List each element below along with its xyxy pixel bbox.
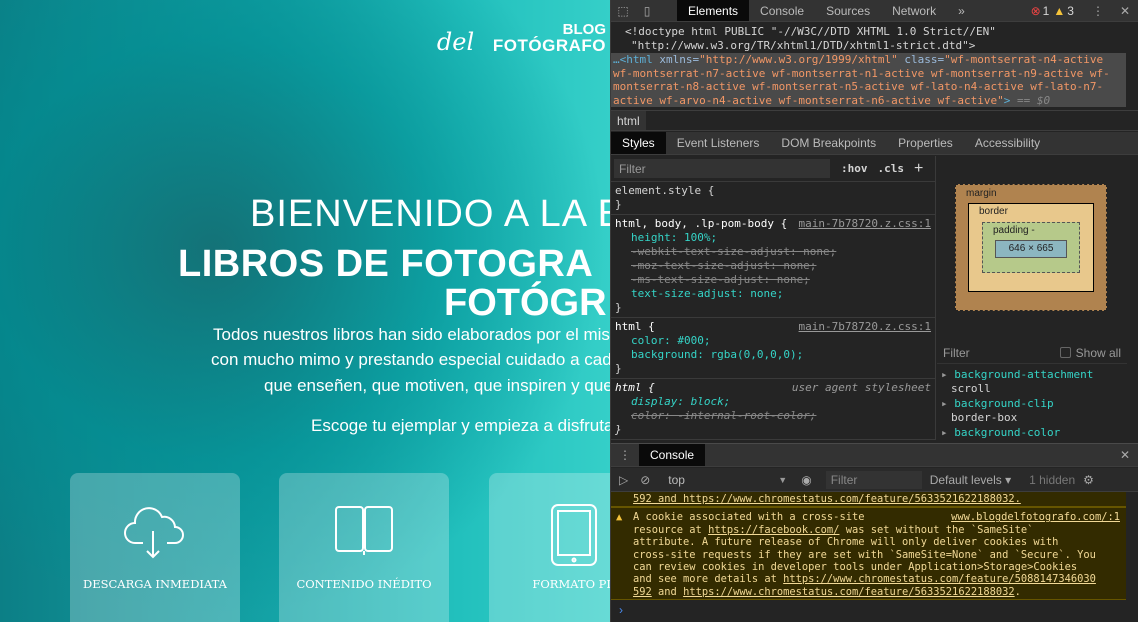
box-model-border[interactable]: border padding - 646 × 665 (968, 203, 1094, 292)
doctype-text: <!doctype html PUBLIC "-//W3C//DTD XHTML… (625, 25, 996, 38)
device-toolbar-icon[interactable]: ▯ (635, 4, 659, 18)
attr-value: "http://www.w3.org/1999/xhtml" (699, 53, 898, 66)
warning-count[interactable]: 3 (1067, 4, 1074, 18)
styles-pane: Filter :hov .cls + element.style {} main… (611, 156, 936, 440)
log-levels-dropdown[interactable]: Default levels ▾ (930, 473, 1011, 487)
box-model-padding[interactable]: padding - 646 × 665 (982, 222, 1080, 273)
message-source-link[interactable]: www.blogdelfotografo.com/:1 (951, 511, 1120, 523)
sidebar-tabs: Styles Event Listeners DOM Breakpoints P… (611, 132, 1138, 155)
tab-dom-breakpoints[interactable]: DOM Breakpoints (770, 132, 887, 154)
console-filter-input[interactable]: Filter (825, 470, 922, 489)
feature-card-download: DESCARGA INMEDIATA (70, 473, 240, 622)
computed-filter-input[interactable]: Filter (943, 346, 970, 360)
console-message-tail: 592 and https://www.chromestatus.com/fea… (611, 492, 1126, 508)
inspect-element-icon[interactable]: ⬚ (611, 4, 635, 18)
style-rule[interactable]: main-7b78720.z.css:1 html, body, .lp-pom-… (611, 215, 935, 318)
new-rule-icon[interactable]: + (914, 160, 923, 178)
drawer-menu-icon[interactable]: ⋮ (611, 448, 639, 462)
tab-styles[interactable]: Styles (611, 132, 666, 154)
feature-label: DESCARGA INMEDIATA (83, 577, 227, 591)
devtools-tabbar: ⬚ ▯ Elements Console Sources Network » ⊗… (611, 0, 1138, 22)
breadcrumb-html[interactable]: html (611, 111, 646, 130)
computed-pane: margin border padding - 646 × 665 Filter… (937, 156, 1127, 440)
computed-property[interactable]: ▸ background-color (941, 426, 1093, 440)
cls-toggle[interactable]: .cls (878, 162, 905, 175)
drawer-tab-console[interactable]: Console (639, 444, 706, 466)
tab-elements[interactable]: Elements (677, 0, 750, 21)
console-settings-gear-icon[interactable]: ⚙ (1083, 473, 1094, 487)
chromestatus-link[interactable]: 592 (633, 586, 652, 598)
feature-card-format: FORMATO PD (489, 473, 610, 622)
html-node-selected[interactable]: …<html xmlns="http://www.w3.org/1999/xht… (611, 53, 1126, 107)
feature-label: FORMATO PD (532, 577, 610, 591)
dom-tree[interactable]: <!doctype html PUBLIC "-//W3C//DTD XHTML… (611, 22, 1126, 108)
logo-line2: FOTÓGRAFO (492, 36, 606, 55)
styles-filter-input[interactable]: Filter (614, 159, 830, 178)
sidebar-toggle-icon[interactable]: ▷ (611, 473, 636, 487)
cta-text: Escoge tu ejemplar y empieza a disfruta (311, 416, 610, 435)
hov-toggle[interactable]: :hov (841, 162, 868, 175)
intro-line: Todos nuestros libros han sido elaborado… (213, 325, 610, 344)
intro-line: que enseñen, que motiven, que inspiren y… (264, 376, 610, 395)
console-prompt[interactable]: › (619, 603, 623, 617)
clear-console-icon[interactable]: ⊘ (636, 473, 654, 487)
webpage-viewport: del BLOG FOTÓGRAFO BIENVENIDO A LA B LIB… (0, 0, 610, 622)
box-model-margin[interactable]: margin border padding - 646 × 665 (955, 184, 1107, 311)
feature-card-content: CONTENIDO INÉDITO (279, 473, 449, 622)
logo-line1: BLOG (562, 21, 606, 38)
style-rule[interactable]: user agent stylesheet html { display: blo… (611, 379, 935, 440)
welcome-heading: BIENVENIDO A LA B (250, 193, 610, 235)
tab-accessibility[interactable]: Accessibility (964, 132, 1051, 154)
devtools-panel: ⬚ ▯ Elements Console Sources Network » ⊗… (610, 0, 1138, 622)
error-icon[interactable]: ⊗ (1031, 4, 1041, 18)
style-rule[interactable]: element.style {} (611, 182, 935, 215)
console-messages: 592 and https://www.chromestatus.com/fea… (611, 492, 1126, 601)
facebook-link[interactable]: https://facebook.com/ (708, 524, 839, 536)
console-warning[interactable]: ▲ www.blogdelfotografo.com/:1 A cookie a… (611, 507, 1126, 601)
computed-property[interactable]: ▸ background-clip border-box (941, 397, 1093, 424)
drawer-tabbar: ⋮ Console ✕ (611, 443, 1138, 467)
show-all-checkbox[interactable] (1059, 347, 1071, 358)
doctype-node[interactable]: <!doctype html PUBLIC "-//W3C//DTD XHTML… (611, 22, 1126, 52)
chromestatus-link[interactable]: https://www.chromestatus.com/feature/508… (783, 573, 1096, 585)
breadcrumb: html (611, 110, 1138, 131)
open-book-icon (335, 506, 393, 555)
tab-sources[interactable]: Sources (815, 0, 881, 21)
site-logo[interactable]: del BLOG FOTÓGRAFO (437, 21, 606, 56)
chromestatus-link-2[interactable]: https://www.chromestatus.com/feature/563… (683, 586, 1015, 598)
close-devtools-icon[interactable]: ✕ (1120, 4, 1130, 18)
source-link[interactable]: main-7b78720.z.css:1 (799, 217, 931, 231)
warning-icon: ▲ (616, 511, 623, 524)
live-expression-eye-icon[interactable]: ◉ (801, 473, 811, 487)
box-model-content[interactable]: 646 × 665 (995, 240, 1067, 258)
main-title-line1: LIBROS DE FOTOGRA (178, 243, 594, 285)
tablet-icon (551, 504, 597, 566)
tag: …<html (613, 53, 660, 66)
style-rule[interactable]: main-7b78720.z.css:1 html { color: #000; … (611, 318, 935, 379)
show-all-label[interactable]: Show all (1076, 346, 1121, 360)
context-selector[interactable]: top (668, 473, 778, 487)
warning-icon[interactable]: ▲ (1053, 4, 1065, 18)
more-tabs-button[interactable]: » (947, 0, 976, 21)
doctype-text: "http://www.w3.org/TR/xhtml1/DTD/xhtml1-… (631, 38, 976, 52)
cloud-download-icon (124, 507, 184, 559)
attr-name: xmlns= (659, 53, 700, 66)
console-toolbar: ▷ ⊘ top ▼ ◉ Filter Default levels ▾ 1 hid… (611, 468, 1138, 492)
tab-console[interactable]: Console (749, 0, 815, 21)
source-link[interactable]: main-7b78720.z.css:1 (799, 320, 931, 334)
tab-properties[interactable]: Properties (887, 132, 964, 154)
attr-name: class= (897, 53, 945, 66)
tab-network[interactable]: Network (881, 0, 947, 21)
dollar-zero: == $0 (1010, 93, 1051, 107)
computed-property[interactable]: ▸ background-attachment scroll (941, 368, 1093, 395)
feature-label: CONTENIDO INÉDITO (296, 577, 432, 591)
kebab-menu-icon[interactable]: ⋮ (1092, 4, 1104, 18)
hidden-count: 1 hidden (1029, 472, 1076, 487)
logo-script: del (436, 28, 475, 56)
tab-event-listeners[interactable]: Event Listeners (666, 132, 771, 154)
main-title-line2: FOTÓGR (444, 282, 607, 324)
error-count[interactable]: 1 (1043, 4, 1050, 18)
close-drawer-icon[interactable]: ✕ (1120, 448, 1130, 462)
intro-line: con mucho mimo y prestando especial cuid… (211, 350, 610, 369)
